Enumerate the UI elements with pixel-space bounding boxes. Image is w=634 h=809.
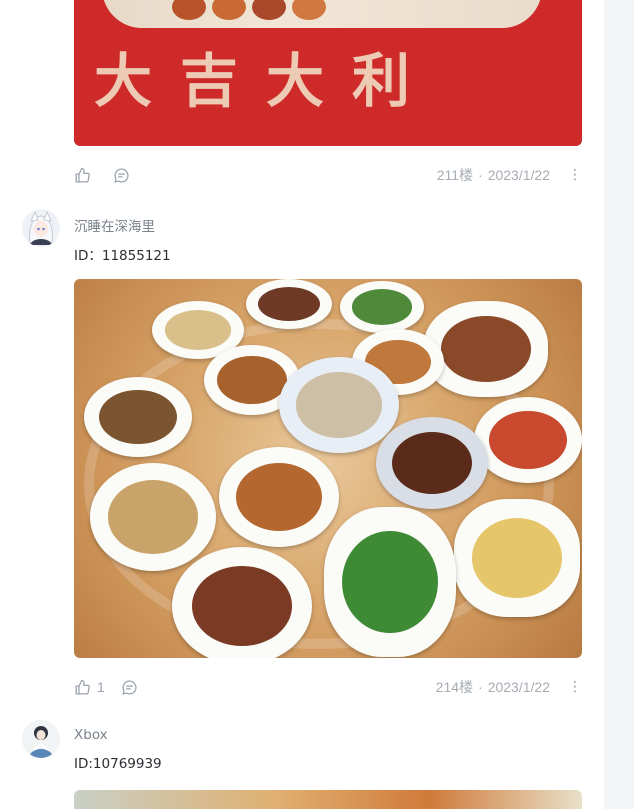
post-actions-row: 1 214楼 · 2023/1/22 ⋮ — [74, 676, 582, 698]
like-button[interactable]: 1 — [74, 679, 105, 696]
author-name[interactable]: 沉睡在深海里 — [74, 215, 155, 235]
post-actions-row: 211楼 · 2023/1/22 ⋮ — [74, 164, 582, 186]
dish-decoration — [90, 463, 216, 571]
meta-separator: · — [478, 679, 483, 695]
more-options-button[interactable]: ⋮ — [568, 680, 582, 694]
floor-number: 214楼 — [435, 679, 474, 695]
food-decoration — [212, 0, 246, 20]
dish-decoration — [172, 547, 312, 658]
like-count: 1 — [97, 679, 105, 695]
comment-icon — [114, 167, 129, 183]
post-meta: 211楼 · 2023/1/22 — [437, 165, 550, 185]
dish-decoration — [376, 417, 488, 509]
dish-decoration — [84, 377, 192, 457]
comment-icon — [122, 679, 137, 695]
author-id: ID:10769939 — [74, 756, 162, 772]
post-image-partial[interactable] — [74, 790, 582, 809]
comment-button[interactable] — [113, 167, 130, 184]
dish-decoration — [424, 301, 548, 397]
food-decoration — [292, 0, 326, 20]
dish-decoration — [454, 499, 580, 617]
dish-decoration — [340, 281, 424, 333]
dish-decoration — [474, 397, 582, 483]
post-date: 2023/1/22 — [487, 679, 550, 695]
avatar-anime-girl-icon — [22, 209, 60, 247]
dish-decoration — [324, 507, 456, 657]
post-date: 2023/1/22 — [487, 167, 550, 183]
dish-decoration — [279, 357, 399, 453]
food-decoration — [172, 0, 206, 20]
food-decoration — [252, 0, 286, 20]
post-image-food-table[interactable] — [74, 279, 582, 658]
dish-decoration — [219, 447, 339, 547]
avatar[interactable] — [22, 720, 60, 758]
author-name[interactable]: Xbox — [74, 727, 108, 743]
like-button[interactable] — [74, 167, 97, 184]
post-image-red-banner[interactable]: 大吉大利 — [74, 0, 582, 146]
comment-button[interactable] — [121, 679, 138, 696]
dish-decoration — [246, 279, 332, 329]
comment-feed-panel: 大吉大利 211楼 · 2023/1/22 ⋮ 沉睡在深海里 ID：11855121 — [0, 0, 604, 809]
thumbs-up-icon — [75, 167, 90, 183]
avatar[interactable] — [22, 209, 60, 247]
post-meta: 214楼 · 2023/1/22 — [436, 677, 550, 697]
image-slogan-text: 大吉大利 — [94, 47, 439, 115]
plate-decoration — [102, 0, 542, 28]
more-options-button[interactable]: ⋮ — [568, 168, 582, 182]
meta-separator: · — [478, 167, 483, 183]
author-id: ID：11855121 — [74, 248, 171, 264]
floor-number: 211楼 — [436, 167, 474, 183]
avatar-figure-icon — [22, 720, 60, 758]
thumbs-up-icon — [75, 679, 90, 695]
